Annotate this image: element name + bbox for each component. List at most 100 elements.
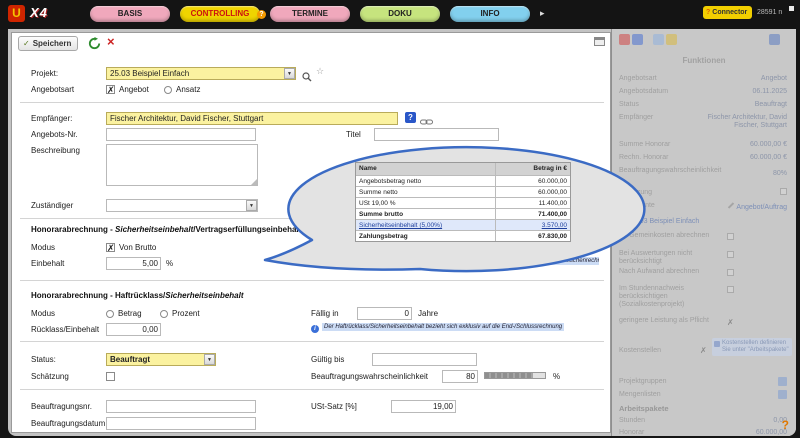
ruecklass-input[interactable] xyxy=(106,323,161,336)
pencil-icon xyxy=(728,202,734,208)
sb-schaetzung-checkbox[interactable] xyxy=(780,188,787,195)
von-brutto-checkbox[interactable]: ✗ xyxy=(106,243,115,252)
table-row: Summe netto 60.000,00 xyxy=(356,186,570,197)
beauftragungsdatum-input[interactable] xyxy=(106,417,256,430)
status-label: Status: xyxy=(31,355,56,364)
cell-name: Angebotsbetrag netto xyxy=(356,176,496,186)
sb-option-geringere-leistung-x-icon[interactable]: ✗ xyxy=(727,318,734,327)
info-icon: i xyxy=(311,325,319,333)
sidebar-help-icon[interactable]: ? xyxy=(782,418,789,432)
sb-option-auswertungen-checkbox[interactable] xyxy=(727,251,734,258)
sb-wahrscheinlichkeit-value: 80% xyxy=(773,170,787,177)
window-control-icon[interactable] xyxy=(789,6,794,11)
sb-empfaenger-label: Empfänger xyxy=(619,114,653,121)
help-icon[interactable]: ? xyxy=(405,112,416,123)
refresh-icon[interactable] xyxy=(88,37,101,55)
sb-angebotsart-value: Angebot xyxy=(761,75,787,82)
sb-kostenstellen-x-icon[interactable]: ✗ xyxy=(700,346,707,355)
divider xyxy=(20,102,604,103)
angebots-nr-input[interactable] xyxy=(106,128,256,141)
sb-option-aufwand-checkbox[interactable] xyxy=(727,269,734,276)
favorite-star-icon[interactable]: ☆ xyxy=(316,66,324,77)
detach-window-icon[interactable] xyxy=(594,37,605,46)
sb-arbeitspakete-header: Arbeitspakete xyxy=(619,404,669,413)
controlling-help-icon[interactable]: ? xyxy=(257,10,266,19)
sb-mengenlisten-label[interactable]: Mengenlisten xyxy=(619,391,661,398)
sb-projektgruppen-label[interactable]: Projektgruppen xyxy=(619,378,666,385)
status-value: Beauftragt xyxy=(110,355,150,364)
projekt-dropdown[interactable]: 25.03 Beispiel Einfach ▼ xyxy=(106,67,296,80)
sb-projektgruppen-icon[interactable] xyxy=(778,377,787,386)
betrag-radio[interactable] xyxy=(106,310,114,318)
table-row-sicherheitseinbehalt: Sicherheitseinbehalt (5,00%) 3.570,00 xyxy=(356,219,570,230)
zustaendiger-dropdown[interactable]: ▼ xyxy=(106,199,258,212)
cell-name: Zahlungsbetrag xyxy=(356,231,496,241)
sb-option-gemeinkosten-checkbox[interactable] xyxy=(727,233,734,240)
sidebar-toolbar-red-icon[interactable] xyxy=(619,34,630,45)
sidebar-toolbar-blue-icon[interactable] xyxy=(632,34,643,45)
betrag-option-label[interactable]: Betrag xyxy=(118,309,142,318)
connector-badge[interactable]: ?Connector xyxy=(703,6,752,19)
beschreibung-textarea[interactable] xyxy=(106,144,258,186)
zustaendiger-label: Zuständiger xyxy=(31,201,73,210)
einbehalt-input[interactable] xyxy=(106,257,161,270)
tab-scroll-arrow-icon[interactable]: ▸ xyxy=(540,8,545,19)
prozent-radio[interactable] xyxy=(160,310,168,318)
beauftragungsnr-input[interactable] xyxy=(106,400,256,413)
wahrscheinlichkeit-input[interactable] xyxy=(442,370,478,383)
check-icon: ✓ xyxy=(23,39,30,48)
sb-angebotsart-label: Angebotsart xyxy=(619,75,657,82)
schaetzung-checkbox[interactable] xyxy=(106,372,115,381)
wahrscheinlichkeit-slider[interactable] xyxy=(484,372,546,379)
haftruecklass-info-text: Der Haftrücklass/Sicherheitseinbehalt be… xyxy=(322,323,564,331)
ust-satz-input[interactable] xyxy=(391,400,456,413)
sidebar-toolbar-right-icon[interactable] xyxy=(769,34,780,45)
status-dropdown[interactable]: Beauftragt ▼ xyxy=(106,353,216,366)
sb-option-stundennachweis-checkbox[interactable] xyxy=(727,286,734,293)
sb-option-geringere-leistung[interactable]: geringere Leistung als Pflicht xyxy=(619,317,719,325)
slider-fill xyxy=(485,373,533,378)
sb-mengenlisten-icon[interactable] xyxy=(778,390,787,399)
connector-label: Connector xyxy=(712,9,747,16)
tab-basis[interactable]: BASIS xyxy=(90,6,170,22)
cell-name: USt 19,00 % xyxy=(356,198,496,208)
title-text-italic: Sicherheitseinbehalt xyxy=(115,225,193,234)
tab-doku[interactable]: DOKU xyxy=(360,6,440,22)
schaetzung-label: Schätzung xyxy=(31,372,69,381)
sb-angebotsdatum-value: 06.11.2025 xyxy=(752,88,787,95)
angebot-checkbox[interactable]: ✗ xyxy=(106,85,115,94)
angebot-option-label[interactable]: Angebot xyxy=(119,85,149,94)
gueltig-bis-input[interactable] xyxy=(372,353,477,366)
ansatz-radio[interactable] xyxy=(164,86,172,94)
beschreibung-label: Beschreibung xyxy=(31,146,80,155)
sidebar-toolbar-lightblue-icon[interactable] xyxy=(653,34,664,45)
empfaenger-field[interactable]: Fischer Architektur, David Fischer, Stut… xyxy=(106,112,398,125)
ansatz-option-label[interactable]: Ansatz xyxy=(176,85,200,94)
connector-question-icon: ? xyxy=(706,9,710,16)
divider xyxy=(20,341,604,342)
sb-kostenstellen-note: Kostenstellen definieren Sie unter "Arbe… xyxy=(712,338,792,356)
divider xyxy=(20,389,604,390)
save-button[interactable]: ✓Speichern xyxy=(18,36,78,51)
sidebar-toolbar-yellow-icon[interactable] xyxy=(666,34,677,45)
tab-controlling[interactable]: CONTROLLING xyxy=(180,6,260,22)
search-icon[interactable] xyxy=(302,69,312,87)
callout-bubble: Name Betrag in € Angebotsbetrag netto 60… xyxy=(250,140,660,280)
chevron-down-icon[interactable]: ▼ xyxy=(284,68,295,79)
wahrscheinlichkeit-unit: % xyxy=(553,372,560,381)
close-icon[interactable]: × xyxy=(107,34,115,49)
table-row-zahlungsbetrag: Zahlungsbetrag 67.830,00 xyxy=(356,230,570,241)
prozent-option-label[interactable]: Prozent xyxy=(172,309,200,318)
sb-status-label: Status xyxy=(619,101,639,108)
chevron-down-icon[interactable]: ▼ xyxy=(204,354,215,365)
von-brutto-label[interactable]: Von Brutto xyxy=(119,243,156,252)
sb-option-stundennachweis[interactable]: Im Stundennachweis berücksichtigen (Sozi… xyxy=(619,285,719,309)
projekt-value: 25.03 Beispiel Einfach xyxy=(110,69,189,78)
faellig-in-input[interactable] xyxy=(357,307,412,320)
tab-info[interactable]: INFO xyxy=(450,6,530,22)
sidebar-title: Funktionen xyxy=(612,56,796,65)
cell-value: 60.000,00 xyxy=(496,176,570,186)
sb-dokumente-link[interactable]: Angebot/Auftrag xyxy=(730,202,787,211)
tab-termine[interactable]: TERMINE xyxy=(270,6,350,22)
table-row: Angebotsbetrag netto 60.000,00 xyxy=(356,175,570,186)
